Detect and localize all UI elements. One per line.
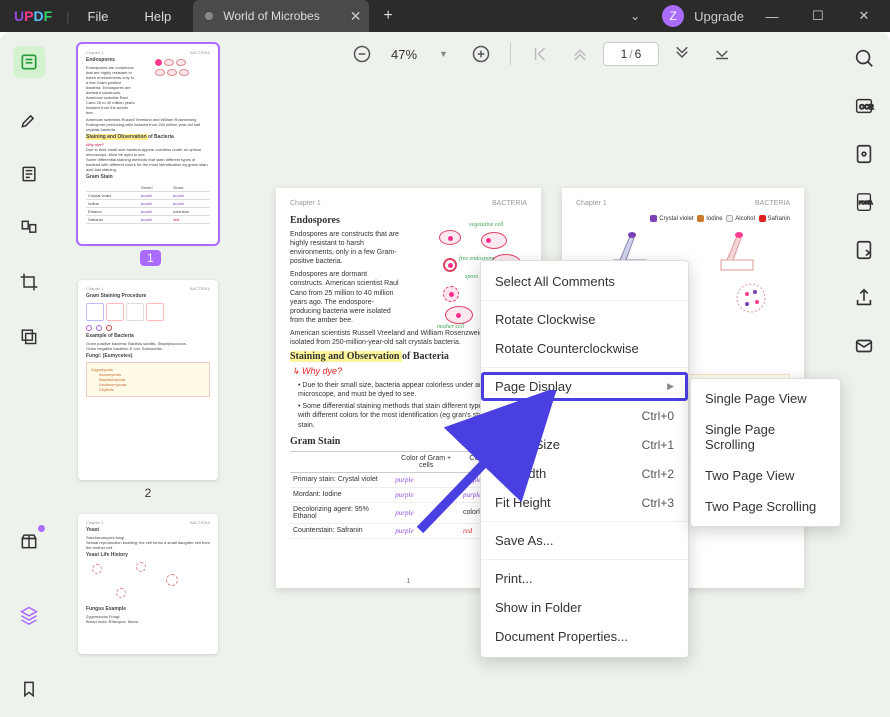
ctx-select-all-comments[interactable]: Select All Comments [481,267,688,296]
thumbnail-page-3[interactable]: Chapter 1BACTERIA Yeast Saccharomyces fu… [78,514,218,654]
search-icon[interactable] [852,46,876,70]
zoom-level: 47% [385,47,423,62]
tab-favicon-icon [205,12,213,20]
edit-text-icon[interactable] [17,162,41,186]
svg-text:PDF/A: PDF/A [859,200,873,205]
page-number-input[interactable]: 1/6 [603,42,659,66]
zoom-in-button[interactable] [464,37,498,71]
last-page-button[interactable] [705,37,739,71]
organize-pages-icon[interactable] [17,216,41,240]
window-maximize-button[interactable]: ☐ [800,8,836,24]
context-menu: Select All Comments Rotate Clockwise Rot… [480,260,689,658]
document-toolbar: 47% ▼ 1/6 [246,32,838,76]
svg-text:OCR: OCR [859,104,874,111]
thumbnail-number: 2 [78,486,218,500]
redact-icon[interactable] [17,324,41,348]
thumbnail-number: 1 [140,250,161,266]
layers-icon[interactable] [17,603,41,627]
first-page-button[interactable] [523,37,557,71]
prev-page-button[interactable] [563,37,597,71]
zoom-out-button[interactable] [345,37,379,71]
comment-panel-icon[interactable] [852,142,876,166]
new-tab-button[interactable]: + [369,7,406,25]
menu-file[interactable]: File [70,9,127,24]
export-icon[interactable] [852,238,876,262]
window-minimize-button[interactable]: — [754,9,790,24]
sub-two-page-scrolling[interactable]: Two Page Scrolling [691,491,840,522]
zoom-dropdown-icon[interactable]: ▼ [429,49,458,59]
thumbnail-page-2[interactable]: Chapter 1BACTERIA Gram Staining Procedur… [78,280,218,500]
submenu-arrow-icon: ▶ [667,381,674,392]
upgrade-link[interactable]: Upgrade [694,9,744,24]
close-tab-icon[interactable]: ✕ [350,8,362,25]
user-avatar[interactable]: Z [662,5,684,27]
crop-icon[interactable] [17,270,41,294]
sub-two-page-view[interactable]: Two Page View [691,460,840,491]
ctx-fit-page[interactable]: Fit PageCtrl+0 [481,401,688,430]
ctx-rotate-cw[interactable]: Rotate Clockwise [481,305,688,334]
sub-single-page-view[interactable]: Single Page View [691,383,840,414]
title-bar: UPDF | File Help World of Microbes ✕ + ⌄… [0,0,890,32]
tabs-dropdown-icon[interactable]: ⌄ [618,9,652,23]
app-body: Chapter 1BACTERIA Endospores Endospores … [0,32,890,717]
ctx-page-display[interactable]: Page Display▶ [481,372,688,401]
highlighter-icon[interactable] [17,108,41,132]
pdfa-icon[interactable]: PDF/A [852,190,876,214]
page-display-submenu: Single Page View Single Page Scrolling T… [690,378,841,527]
left-toolbar [0,32,58,717]
tab-title: World of Microbes [223,9,319,23]
ctx-save-as[interactable]: Save As... [481,526,688,555]
ocr-icon[interactable]: OCR [852,94,876,118]
right-toolbar: OCR PDF/A [838,32,890,717]
ctx-actual-size[interactable]: Actual SizeCtrl+1 [481,430,688,459]
ctx-rotate-ccw[interactable]: Rotate Counterclockwise [481,334,688,363]
thumbnail-panel: Chapter 1BACTERIA Endospores Endospores … [58,32,246,717]
ctx-document-properties[interactable]: Document Properties... [481,622,688,651]
ctx-show-in-folder[interactable]: Show in Folder [481,593,688,622]
next-page-button[interactable] [665,37,699,71]
app-logo: UPDF [0,8,66,24]
bookmark-icon[interactable] [17,677,41,701]
thumbnail-page-1[interactable]: Chapter 1BACTERIA Endospores Endospores … [78,44,218,266]
share-icon[interactable] [852,286,876,310]
ctx-print[interactable]: Print... [481,564,688,593]
menu-help[interactable]: Help [127,9,190,24]
window-close-button[interactable]: ✕ [846,8,882,24]
reader-mode-icon[interactable] [13,46,45,78]
ctx-fit-height[interactable]: Fit HeightCtrl+3 [481,488,688,517]
sub-single-page-scrolling[interactable]: Single Page Scrolling [691,414,840,460]
gift-icon[interactable] [17,529,41,553]
document-tab[interactable]: World of Microbes ✕ [193,0,369,32]
mail-icon[interactable] [852,334,876,358]
ctx-fit-width[interactable]: Fit WidthCtrl+2 [481,459,688,488]
